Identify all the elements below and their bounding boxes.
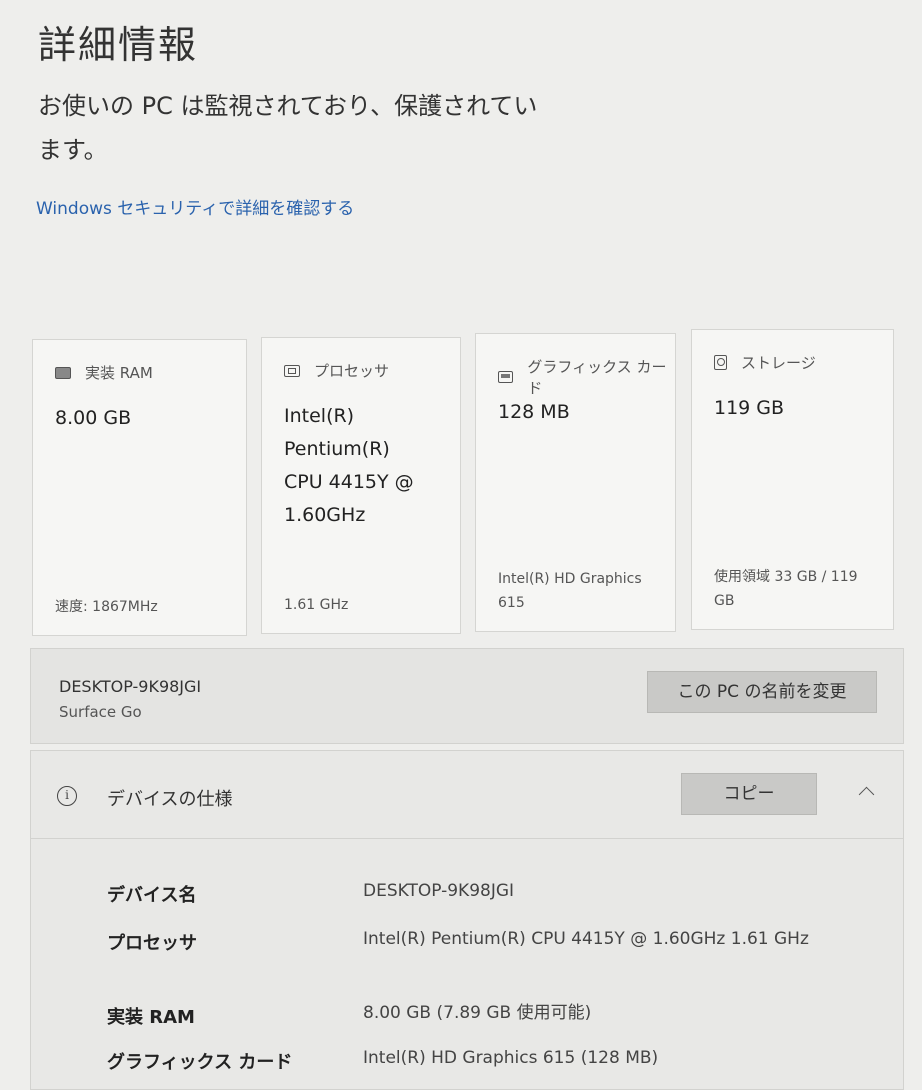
card-value: 128 MB — [498, 401, 570, 423]
device-name-row: DESKTOP-9K98JGI Surface Go この PC の名前を変更 — [30, 648, 904, 744]
page-title: 詳細情報 — [38, 23, 199, 67]
spec-label: グラフィックス カード — [107, 1052, 293, 1073]
device-specs-title: デバイスの仕様 — [107, 789, 233, 810]
spec-value: DESKTOP-9K98JGI — [363, 881, 515, 901]
device-name: DESKTOP-9K98JGI — [59, 677, 202, 696]
spec-label: 実装 RAM — [107, 1007, 195, 1028]
spec-label: デバイス名 — [107, 885, 197, 906]
protection-status-text: お使いの PC は監視されており、保護されています。 — [38, 92, 538, 164]
spec-value: Intel(R) HD Graphics 615 (128 MB) — [363, 1048, 659, 1068]
card-footer: Intel(R) HD Graphics 615 — [498, 571, 642, 611]
card-label: 実装 RAM — [85, 364, 153, 382]
ram-card: 実装 RAM 8.00 GB 速度: 1867MHz — [32, 339, 247, 636]
card-value: 8.00 GB — [55, 407, 132, 429]
card-footer: 1.61 GHz — [284, 597, 349, 613]
storage-icon — [714, 355, 727, 370]
card-label: ストレージ — [741, 354, 816, 372]
card-value: Intel(R) Pentium(R) CPU 4415Y @ 1.60GHz — [284, 405, 414, 526]
copy-button[interactable]: コピー — [681, 773, 817, 815]
storage-card: ストレージ 119 GB 使用領域 33 GB / 119 GB — [691, 329, 894, 630]
card-footer: 使用領域 33 GB / 119 GB — [714, 569, 858, 609]
device-specs-section: i デバイスの仕様 コピー デバイス名 DESKTOP-9K98JGI プロセッ… — [30, 750, 904, 1090]
card-label: プロセッサ — [314, 362, 390, 380]
device-model: Surface Go — [59, 703, 142, 721]
info-icon: i — [57, 786, 77, 806]
windows-security-link[interactable]: Windows セキュリティで詳細を確認する — [36, 194, 354, 219]
chevron-up-icon[interactable] — [858, 786, 875, 803]
card-value: 119 GB — [714, 397, 785, 419]
spec-value: 8.00 GB (7.89 GB 使用可能) — [363, 1003, 592, 1023]
rename-pc-button[interactable]: この PC の名前を変更 — [647, 671, 877, 713]
graphics-card: グラフィックス カード 128 MB Intel(R) HD Graphics … — [475, 333, 676, 632]
card-footer: 速度: 1867MHz — [55, 599, 158, 615]
graphics-card-icon — [498, 371, 514, 383]
processor-card: プロセッサ Intel(R) Pentium(R) CPU 4415Y @ 1.… — [261, 337, 461, 634]
card-label: グラフィックス カード — [527, 358, 667, 397]
spec-label: プロセッサ — [107, 933, 197, 954]
processor-icon — [284, 364, 300, 377]
device-specs-header[interactable]: i デバイスの仕様 コピー — [31, 751, 903, 839]
spec-value: Intel(R) Pentium(R) CPU 4415Y @ 1.60GHz … — [363, 929, 809, 949]
ram-icon — [55, 366, 71, 379]
